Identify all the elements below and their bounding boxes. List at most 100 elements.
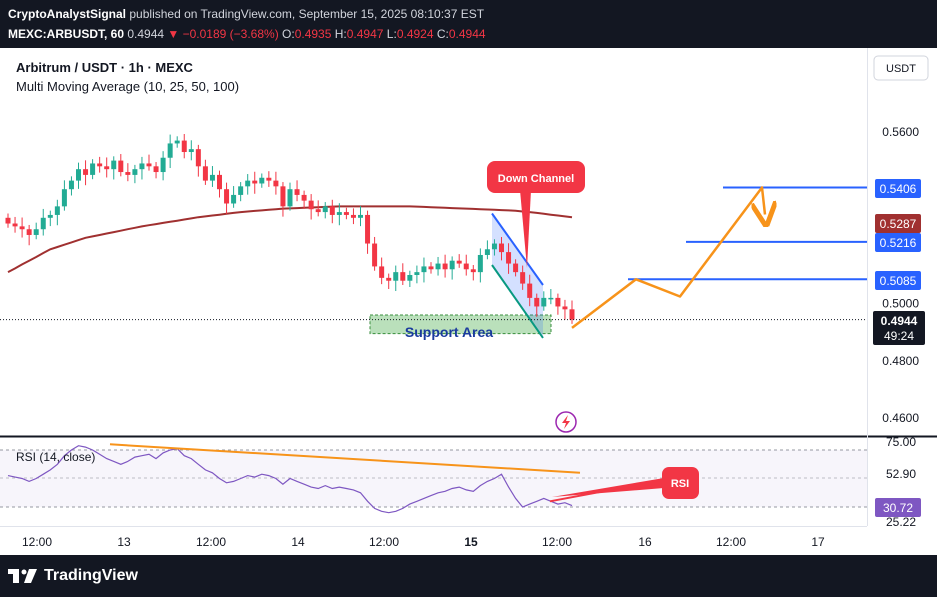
- candle-body: [280, 186, 286, 207]
- candle-body: [491, 243, 497, 250]
- candle-body: [132, 169, 138, 175]
- chart-area[interactable]: Support Area Down Channel RSI Arbitrum /…: [0, 48, 937, 555]
- candle-body: [217, 174, 222, 190]
- candle-body: [40, 217, 46, 230]
- countdown-label: 49:24: [884, 329, 914, 343]
- candle-body: [442, 263, 448, 270]
- candle-body: [470, 269, 476, 273]
- tradingview-brand: TradingView: [44, 567, 138, 584]
- current-price-label: 0.4944: [881, 314, 918, 328]
- time-tick-label: 12:00: [369, 535, 399, 549]
- publisher-name[interactable]: CryptoAnalystSignal: [8, 7, 126, 21]
- publication-header: CryptoAnalystSignal published on Trading…: [0, 0, 937, 48]
- candle-body: [407, 275, 413, 281]
- candle-body: [520, 272, 526, 284]
- time-tick-label: 14: [291, 535, 305, 549]
- candle-body: [47, 214, 53, 218]
- low-value: 0.4924: [396, 27, 434, 41]
- level-mid-label: 0.5216: [880, 236, 917, 250]
- candle-body: [421, 266, 427, 273]
- candle-body: [343, 212, 349, 215]
- candle-body: [365, 214, 371, 244]
- tradingview-logo[interactable]: TradingView: [8, 567, 138, 585]
- candle-body: [209, 174, 215, 181]
- rsi-callout-label: RSI: [671, 478, 689, 490]
- footer: TradingView: [0, 555, 937, 597]
- time-tick-label: 12:00: [716, 535, 746, 549]
- rsi-tick-label: 52.90: [886, 467, 916, 481]
- support-area-label: Support Area: [405, 324, 493, 340]
- price-change: ▼ −0.0189 (−3.68%): [167, 27, 279, 41]
- candle-body: [12, 223, 18, 227]
- candle-body: [541, 297, 547, 307]
- candle-body: [569, 309, 575, 320]
- price-tick-label: 0.5600: [882, 125, 919, 139]
- candle-body: [477, 254, 483, 273]
- time-tick-label: 12:00: [196, 535, 226, 549]
- rsi-tick-label: 25.22: [886, 515, 916, 529]
- ohlc-line: MEXC:ARBUSDT, 60 0.4944 ▼ −0.0189 (−3.68…: [8, 27, 486, 41]
- candle-body: [400, 272, 406, 281]
- candle-body: [111, 160, 117, 170]
- candle-body: [188, 149, 194, 153]
- chart-title[interactable]: Arbitrum / USDT · 1h · MEXC: [16, 60, 194, 75]
- candle-body: [68, 180, 74, 190]
- candle-body: [308, 200, 314, 210]
- candle-body: [252, 180, 258, 184]
- chart-svg[interactable]: Support Area Down Channel RSI Arbitrum /…: [0, 48, 937, 555]
- candle-body: [61, 189, 67, 207]
- symbol-label[interactable]: MEXC:ARBUSDT, 60: [8, 27, 124, 41]
- candle-body: [386, 277, 392, 281]
- open-label: O:: [282, 27, 295, 41]
- time-tick-label: 16: [638, 535, 652, 549]
- candle-body: [160, 157, 166, 173]
- time-tick-label: 12:00: [22, 535, 52, 549]
- price-tick-label: 0.4600: [882, 411, 919, 425]
- candle-body: [499, 243, 504, 253]
- candle-body: [329, 206, 335, 215]
- candle-body: [54, 206, 60, 215]
- down-channel-label: Down Channel: [498, 173, 574, 185]
- candle-body: [104, 166, 110, 170]
- candle-body: [167, 143, 173, 158]
- candle-body: [97, 163, 103, 167]
- rsi-current-label: 30.72: [883, 501, 913, 515]
- candle-body: [484, 249, 490, 255]
- time-tick-label: 15: [464, 535, 478, 549]
- candle-body: [259, 177, 265, 184]
- candle-body: [5, 217, 11, 224]
- price-tick-label: 0.5000: [882, 297, 919, 311]
- candle-body: [238, 186, 244, 195]
- candle-body: [527, 283, 533, 298]
- candle-body: [372, 243, 378, 267]
- candle-body: [294, 189, 300, 195]
- candle-body: [435, 263, 441, 270]
- close-label: C:: [436, 27, 449, 41]
- candle-body: [358, 214, 363, 218]
- candle-body: [428, 266, 434, 270]
- candle-body: [195, 149, 201, 167]
- candle-body: [322, 206, 328, 213]
- candle-body: [266, 177, 272, 181]
- candle-body: [202, 166, 208, 181]
- candle-body: [146, 163, 152, 167]
- rsi-legend[interactable]: RSI (14, close): [16, 450, 95, 464]
- low-label: L:: [386, 27, 397, 41]
- candle-body: [449, 260, 455, 270]
- time-tick-label: 17: [811, 535, 825, 549]
- open-value: 0.4935: [294, 27, 332, 41]
- candle-body: [379, 266, 385, 278]
- tradingview-logo-icon: [8, 569, 37, 583]
- indicator-legend[interactable]: Multi Moving Average (10, 25, 50, 100): [16, 79, 239, 94]
- ma-value-label: 0.5287: [880, 217, 917, 231]
- publish-line: CryptoAnalystSignal published on Trading…: [8, 7, 484, 21]
- close-value: 0.4944: [448, 27, 486, 41]
- candle-body: [76, 169, 81, 181]
- price-tick-label: 0.4800: [882, 354, 919, 368]
- candle-body: [548, 297, 554, 300]
- time-tick-label: 12:00: [542, 535, 572, 549]
- candle-body: [139, 163, 145, 170]
- candle-body: [118, 160, 124, 173]
- candle-body: [83, 169, 89, 175]
- candle-body: [463, 263, 469, 270]
